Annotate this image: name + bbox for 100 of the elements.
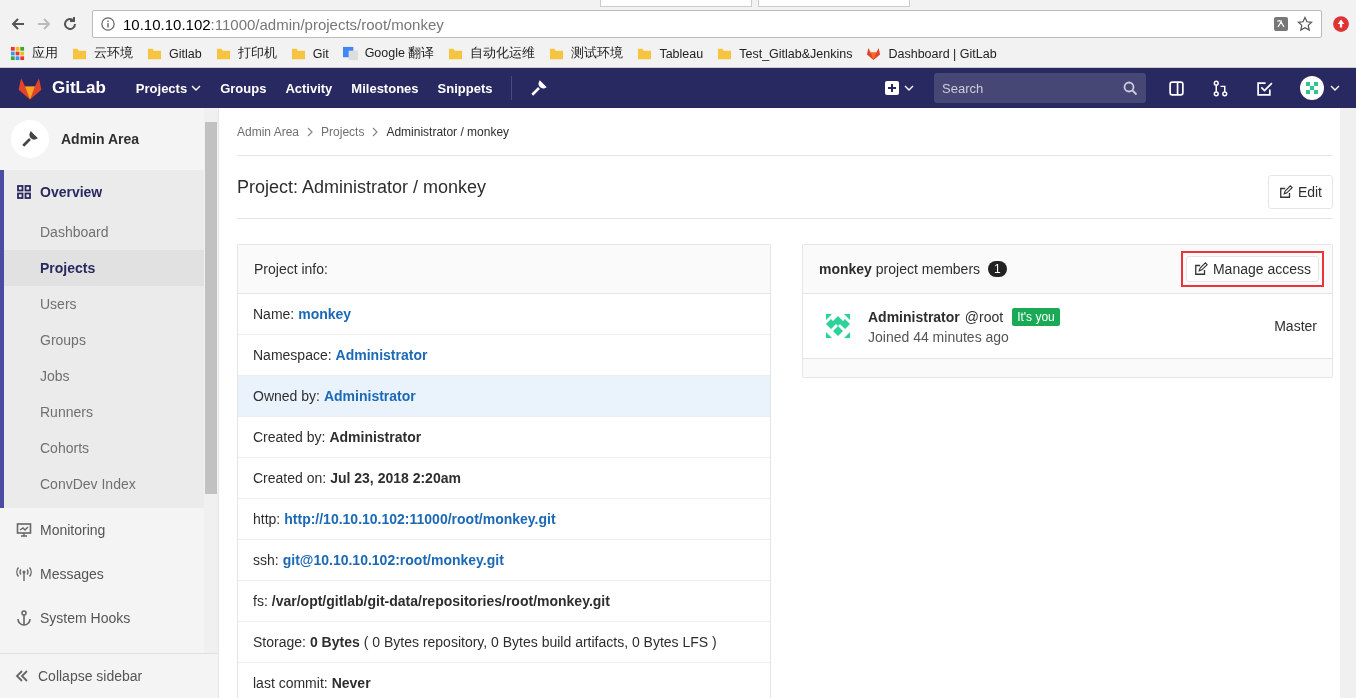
wrench-icon[interactable] <box>530 79 549 97</box>
address-bar[interactable]: 10.10.10.102:11000/admin/projects/root/monkey <box>92 10 1322 38</box>
info-link[interactable]: monkey <box>298 306 352 322</box>
member-count: 1 <box>988 261 1007 277</box>
member-name: Administrator <box>868 308 960 325</box>
folder-icon <box>448 46 464 61</box>
antenna-icon <box>16 566 32 582</box>
info-link[interactable]: http://10.10.10.102:11000/root/monkey.git <box>284 511 556 527</box>
info-label: Storage: <box>253 634 306 650</box>
nav-link[interactable]: Groups <box>220 80 267 96</box>
info-label: Owned by: <box>253 388 320 404</box>
info-icon <box>101 17 115 31</box>
joined-time: Joined 44 minutes ago <box>868 328 1010 345</box>
translate-icon <box>342 46 358 61</box>
nav-link[interactable]: Projects <box>135 80 202 96</box>
nav-link[interactable]: Activity <box>285 80 333 96</box>
panel-heading: Project info: <box>254 261 328 277</box>
monitor-icon <box>16 522 32 538</box>
bookmark[interactable]: Gitlab <box>147 46 202 61</box>
merge-request-icon[interactable] <box>1212 79 1229 97</box>
chevron-icon <box>307 126 314 137</box>
todo-check-icon[interactable] <box>1256 79 1273 97</box>
folder-icon <box>549 46 565 61</box>
sidebar-subitem[interactable]: Cohorts <box>4 430 204 466</box>
info-label: Created on: <box>253 470 327 486</box>
bookmark[interactable]: 测试环境 <box>549 45 624 62</box>
its-you-label: It's you <box>1012 307 1060 326</box>
folder-icon <box>637 46 653 61</box>
info-value: /var/opt/gitlab/git-data/repositories/root/monkey.git <box>271 593 610 609</box>
sidebar-subitem[interactable]: Groups <box>4 322 204 358</box>
scrollbar[interactable] <box>204 108 218 653</box>
folder-icon <box>717 46 733 61</box>
sidebar-subitem[interactable]: Jobs <box>4 358 204 394</box>
search-icon <box>1122 80 1138 96</box>
info-label: http: <box>253 511 281 527</box>
info-label: Namespace: <box>253 347 332 363</box>
bookmark[interactable]: Test_Gitlab&Jenkins <box>717 46 853 61</box>
member-role: Master <box>1274 318 1317 334</box>
wrench-icon <box>21 130 39 148</box>
sidebar-item[interactable]: Messages <box>0 552 204 596</box>
folder-icon <box>290 46 306 61</box>
anchor-icon <box>16 610 32 626</box>
new-dropdown-button[interactable] <box>884 80 914 96</box>
info-value: Never <box>331 675 371 691</box>
sidebar-subitem[interactable]: Runners <box>4 394 204 430</box>
bookmark[interactable]: Git <box>290 46 329 61</box>
sidebar-subitem[interactable]: Projects <box>4 250 204 286</box>
breadcrumb-link[interactable]: Administrator / monkey <box>386 124 510 139</box>
translate-icon[interactable] <box>1273 16 1289 32</box>
breadcrumb-link[interactable]: Admin Area <box>237 124 300 139</box>
url-text: 10.10.10.102:11000/admin/projects/root/monkey <box>123 15 445 33</box>
bookmark[interactable]: Dashboard | GitLab <box>866 46 997 61</box>
bookmark[interactable]: 云环境 <box>72 45 133 62</box>
info-link[interactable]: Administrator <box>335 347 428 363</box>
bookmark[interactable]: 自动化运维 <box>448 45 536 62</box>
manage-access-button[interactable]: Manage access <box>1185 256 1319 282</box>
nav-link[interactable]: Snippets <box>437 80 493 96</box>
bookmark[interactable]: 应用 <box>10 45 58 62</box>
info-label: ssh: <box>253 552 279 568</box>
sidebar-item[interactable]: System Hooks <box>0 596 204 640</box>
nav-link[interactable]: Milestones <box>351 80 419 96</box>
bookmark[interactable]: 打印机 <box>215 45 277 62</box>
caret-icon <box>191 85 202 91</box>
user-menu-button[interactable] <box>1300 76 1340 100</box>
chevron-icon <box>372 126 379 137</box>
folder-icon <box>147 46 162 61</box>
sidebar-subitem[interactable]: ConvDev Index <box>4 466 204 502</box>
info-link[interactable]: Administrator <box>323 388 416 404</box>
sidebar-subitem[interactable]: Users <box>4 286 204 322</box>
member-username: @root <box>964 308 1004 325</box>
plus-icon <box>884 80 900 96</box>
info-value: Administrator <box>329 429 422 445</box>
avatar-icon <box>1300 76 1324 100</box>
gitlab-logo[interactable]: GitLab <box>16 75 106 101</box>
info-detail: ( 0 Bytes repository, 0 Bytes build artifacts, 0 Bytes LFS ) <box>363 634 717 650</box>
fox-logo-icon <box>866 46 882 61</box>
back-icon[interactable] <box>10 16 26 32</box>
sidebar-item[interactable]: Overview <box>4 170 204 214</box>
scrollbar[interactable] <box>1340 108 1356 698</box>
extension-icon[interactable] <box>1332 15 1350 33</box>
sidebar-subitem[interactable]: Dashboard <box>4 214 204 250</box>
search-field[interactable]: Search <box>934 73 1146 103</box>
caret-icon <box>904 85 914 91</box>
info-label: Name: <box>253 306 295 322</box>
info-label: last commit: <box>253 675 328 691</box>
folder-icon <box>215 46 231 61</box>
info-label: fs: <box>253 593 268 609</box>
folder-icon <box>72 46 87 61</box>
bookmark[interactable]: Tableau <box>637 46 704 61</box>
caret-icon <box>1330 85 1340 91</box>
breadcrumb-link[interactable]: Projects <box>321 124 365 139</box>
sidebar-item[interactable]: Monitoring <box>0 508 204 552</box>
bookmark[interactable]: Google 翻译 <box>342 45 435 62</box>
info-link[interactable]: git@10.10.10.102:root/monkey.git <box>282 552 504 568</box>
sidebar-title: Admin Area <box>61 131 140 147</box>
double-chevron-icon <box>14 668 30 684</box>
sidebar-toggle-icon[interactable] <box>1168 79 1185 97</box>
reload-icon[interactable] <box>62 16 78 32</box>
edit-button[interactable]: Edit <box>1267 175 1333 209</box>
star-icon[interactable] <box>1297 16 1313 32</box>
